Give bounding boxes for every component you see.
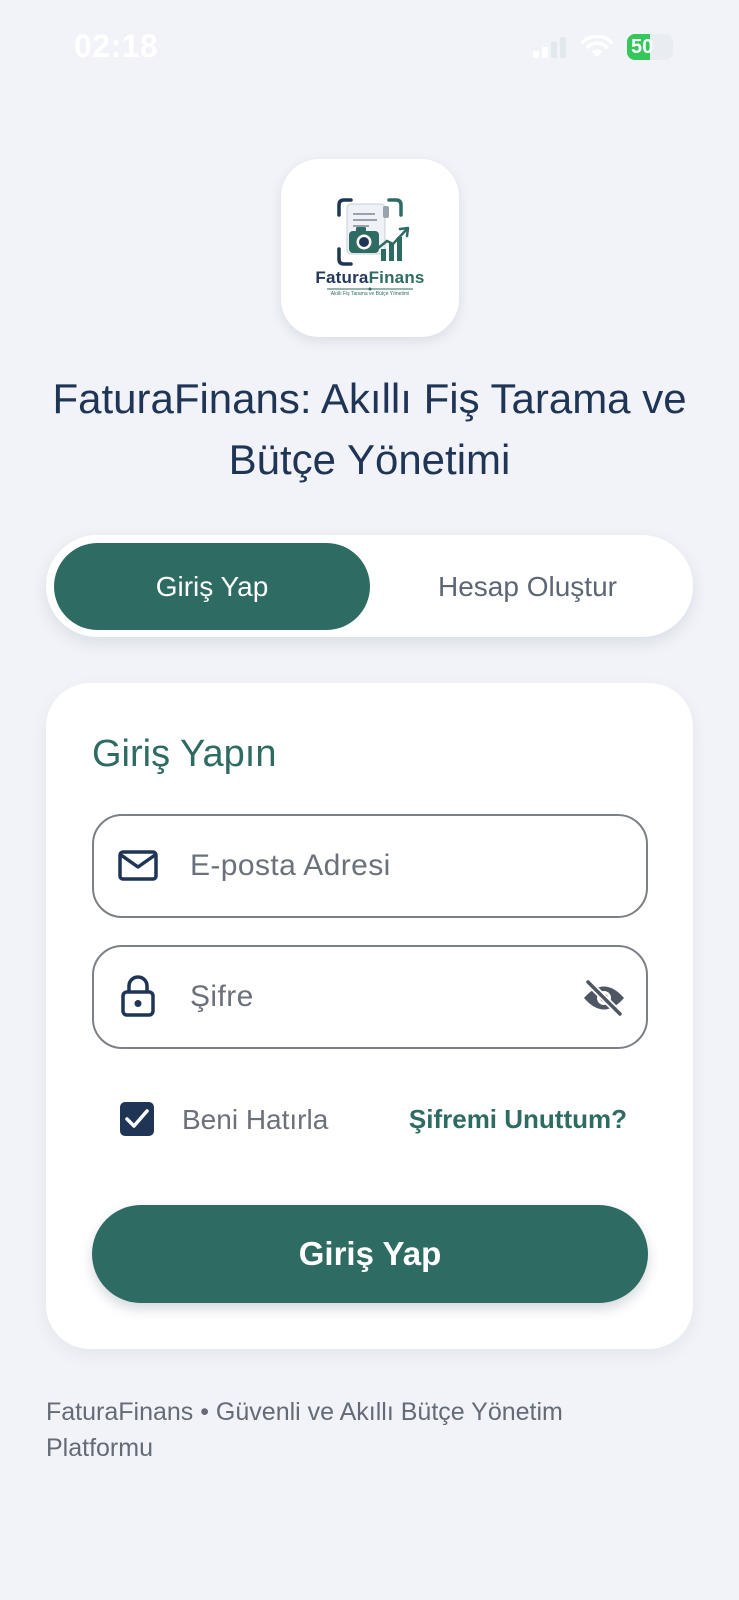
logo-tagline: Akıllı Fiş Tarama ve Bütçe Yönetimi — [330, 291, 410, 297]
status-icons: 50 — [533, 34, 673, 60]
login-card: Giriş Yapın E-posta Adresi Şifre Beni Ha… — [46, 683, 693, 1349]
logo-wordmark: FaturaFinans — [315, 268, 425, 287]
password-input[interactable]: Şifre — [190, 947, 254, 1047]
wifi-icon — [581, 35, 613, 57]
mail-icon — [118, 850, 158, 881]
forgot-password-link[interactable]: Şifremi Unuttum? — [409, 1101, 627, 1137]
lock-icon — [121, 975, 155, 1017]
battery-icon: 50 — [627, 34, 673, 60]
page-title: FaturaFinans: Akıllı Fiş Tarama ve Bütçe… — [52, 375, 687, 483]
remember-me-label[interactable]: Beni Hatırla — [182, 1102, 328, 1138]
checkmark-icon — [125, 1109, 149, 1128]
login-button[interactable]: Giriş Yap — [92, 1205, 648, 1303]
auth-tab-switcher: Giriş Yap Hesap Oluştur — [46, 535, 693, 637]
battery-percentage: 50 — [631, 36, 654, 58]
footer-text: FaturaFinans • Güvenli ve Akıllı Bütçe Y… — [46, 1398, 563, 1462]
email-field[interactable]: E-posta Adresi — [92, 814, 648, 918]
password-field[interactable]: Şifre — [92, 945, 648, 1049]
login-card-title: Giriş Yapın — [92, 733, 277, 775]
tab-register[interactable]: Hesap Oluştur — [370, 543, 685, 630]
eye-off-icon[interactable] — [582, 979, 626, 1017]
status-time: 02:18 — [74, 28, 159, 64]
cellular-signal-icon — [533, 37, 566, 58]
remember-me-checkbox[interactable] — [120, 1102, 154, 1136]
status-bar: 02:18 50 — [0, 0, 739, 100]
receipt-camera-chart-icon — [327, 198, 413, 291]
tab-login[interactable]: Giriş Yap — [54, 543, 370, 630]
app-logo: FaturaFinans Akıllı Fiş Tarama ve Bütçe … — [281, 159, 459, 337]
email-input[interactable]: E-posta Adresi — [190, 816, 391, 916]
